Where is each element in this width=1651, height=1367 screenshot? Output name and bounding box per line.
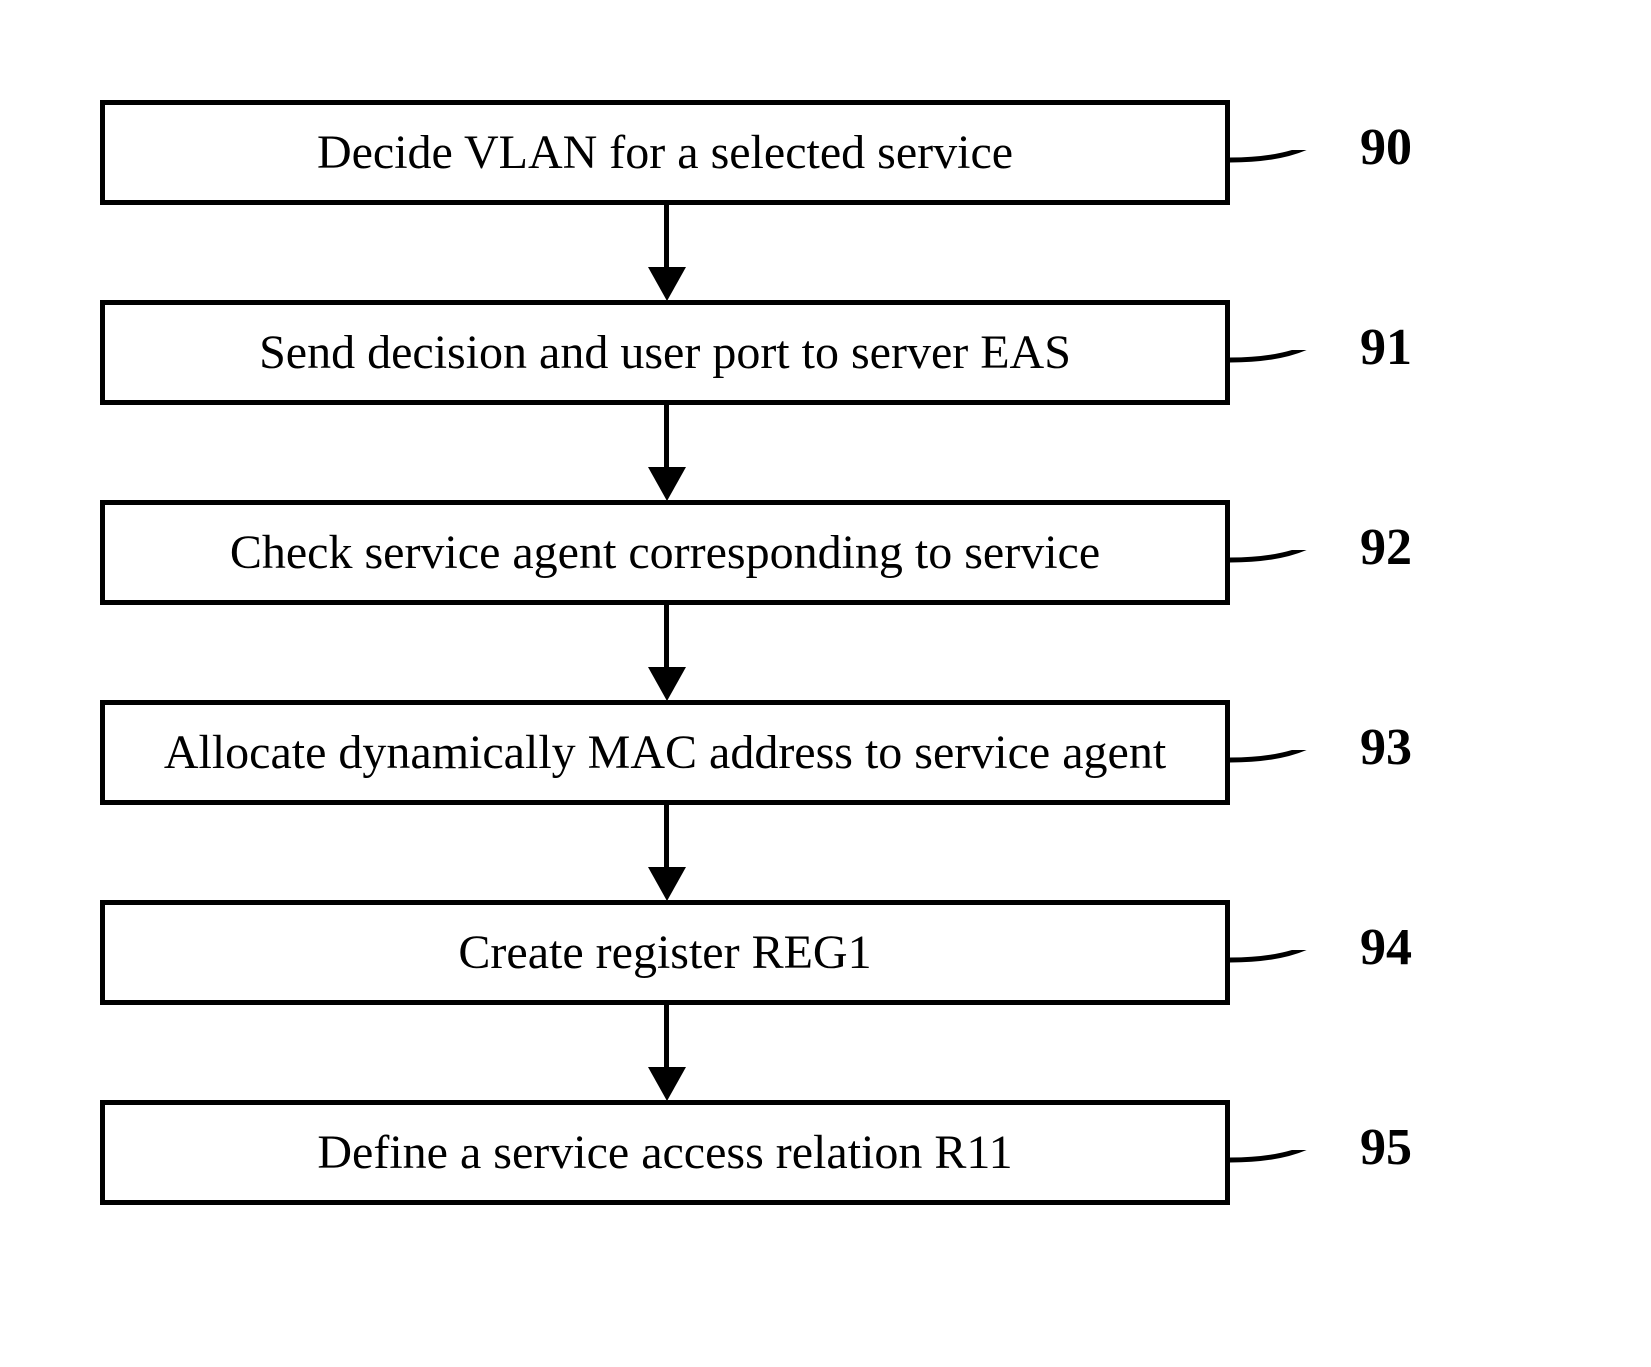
flowchart-container: Decide VLAN for a selected service 90 Se… [100, 100, 1550, 1205]
step-text: Create register REG1 [458, 925, 871, 980]
step-label-1: 91 [1360, 318, 1412, 377]
arrow-line [664, 205, 669, 275]
step-box-1: Send decision and user port to server EA… [100, 300, 1230, 405]
step-label-4: 94 [1360, 918, 1412, 977]
leader-line-5 [1230, 1150, 1360, 1200]
arrow-4 [100, 1005, 1230, 1100]
arrow-line [664, 405, 669, 475]
step-row-4: Create register REG1 94 [100, 900, 1550, 1005]
step-text: Send decision and user port to server EA… [259, 325, 1071, 380]
step-box-3: Allocate dynamically MAC address to serv… [100, 700, 1230, 805]
arrow-head-icon [648, 467, 686, 501]
step-text: Decide VLAN for a selected service [317, 125, 1013, 180]
arrow-2 [100, 605, 1230, 700]
arrow-line [664, 805, 669, 875]
step-row-1: Send decision and user port to server EA… [100, 300, 1550, 405]
step-box-0: Decide VLAN for a selected service [100, 100, 1230, 205]
step-row-0: Decide VLAN for a selected service 90 [100, 100, 1550, 205]
step-row-3: Allocate dynamically MAC address to serv… [100, 700, 1550, 805]
step-label-5: 95 [1360, 1118, 1412, 1177]
step-text: Check service agent corresponding to ser… [230, 525, 1100, 580]
arrow-0 [100, 205, 1230, 300]
leader-line-4 [1230, 950, 1360, 1000]
leader-line-0 [1230, 150, 1360, 200]
step-label-0: 90 [1360, 118, 1412, 177]
step-label-2: 92 [1360, 518, 1412, 577]
step-row-5: Define a service access relation R11 95 [100, 1100, 1550, 1205]
arrow-head-icon [648, 267, 686, 301]
step-text: Allocate dynamically MAC address to serv… [164, 725, 1166, 780]
arrow-1 [100, 405, 1230, 500]
arrow-3 [100, 805, 1230, 900]
step-box-5: Define a service access relation R11 [100, 1100, 1230, 1205]
arrow-line [664, 1005, 669, 1075]
step-label-3: 93 [1360, 718, 1412, 777]
step-text: Define a service access relation R11 [317, 1125, 1012, 1180]
arrow-head-icon [648, 667, 686, 701]
arrow-head-icon [648, 867, 686, 901]
step-box-4: Create register REG1 [100, 900, 1230, 1005]
leader-line-3 [1230, 750, 1360, 800]
step-row-2: Check service agent corresponding to ser… [100, 500, 1550, 605]
arrow-line [664, 605, 669, 675]
step-box-2: Check service agent corresponding to ser… [100, 500, 1230, 605]
leader-line-2 [1230, 550, 1360, 600]
arrow-head-icon [648, 1067, 686, 1101]
leader-line-1 [1230, 350, 1360, 400]
